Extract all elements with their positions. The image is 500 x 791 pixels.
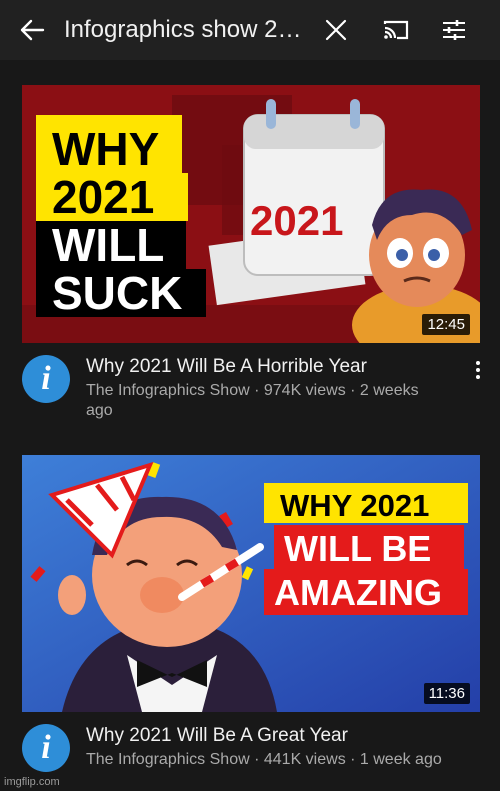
channel-avatar[interactable]: i xyxy=(22,355,70,403)
video-card[interactable]: WHY 2021 WILL BE AMAZING 11:36 i Why 202… xyxy=(0,430,500,791)
video-meta: The Infographics Show · 441K views · 1 w… xyxy=(86,750,456,770)
calendar-year: 2021 xyxy=(250,197,343,244)
info-icon: i xyxy=(41,360,51,397)
thumb-word-1: WHY xyxy=(52,123,159,175)
cast-icon xyxy=(383,20,409,40)
video-meta-line: ago xyxy=(86,402,113,419)
more-vert-icon xyxy=(476,361,480,379)
thumb-word-4: SUCK xyxy=(52,267,182,319)
video-meta-line: The Infographics Show · 974K views · 2 w… xyxy=(86,382,419,399)
thumb-line-2: WILL BE xyxy=(284,528,431,569)
back-button[interactable] xyxy=(12,12,52,48)
video-duration: 12:45 xyxy=(422,314,470,335)
video-meta: The Infographics Show · 974K views · 2 w… xyxy=(86,381,456,421)
thumbnail-art: WHY 2021 WILL BE AMAZING xyxy=(22,455,480,712)
search-filters-button[interactable] xyxy=(434,12,474,48)
clear-search-button[interactable] xyxy=(318,12,354,48)
video-title[interactable]: Why 2021 Will Be A Horrible Year xyxy=(86,355,456,379)
cast-button[interactable] xyxy=(376,12,416,48)
channel-avatar[interactable]: i xyxy=(22,724,70,772)
thumb-word-3: WILL xyxy=(52,219,164,271)
tune-icon xyxy=(443,20,465,40)
video-card[interactable]: WHY 2021 WILL SUCK 2021 12:45 i Why 2021 xyxy=(0,60,500,440)
search-header: Infographics show 2021 why xyxy=(0,0,500,60)
info-icon: i xyxy=(41,729,51,766)
video-meta-line: The Infographics Show · 441K views · 1 w… xyxy=(86,751,442,768)
video-duration: 11:36 xyxy=(423,683,470,704)
arrow-back-icon xyxy=(20,19,45,41)
thumb-line-1: WHY 2021 xyxy=(280,488,429,523)
thumb-line-3: AMAZING xyxy=(274,572,442,613)
video-thumbnail[interactable]: WHY 2021 WILL SUCK 2021 12:45 xyxy=(22,85,480,343)
video-thumbnail[interactable]: WHY 2021 WILL BE AMAZING 11:36 xyxy=(22,455,480,712)
video-title[interactable]: Why 2021 Will Be A Great Year xyxy=(86,724,456,748)
thumbnail-art: WHY 2021 WILL SUCK 2021 xyxy=(22,85,480,343)
thumb-word-2: 2021 xyxy=(52,171,154,223)
close-icon xyxy=(325,19,347,41)
search-query[interactable]: Infographics show 2021 why xyxy=(64,14,310,46)
watermark: imgflip.com xyxy=(4,776,60,788)
more-options-button[interactable] xyxy=(468,355,488,385)
